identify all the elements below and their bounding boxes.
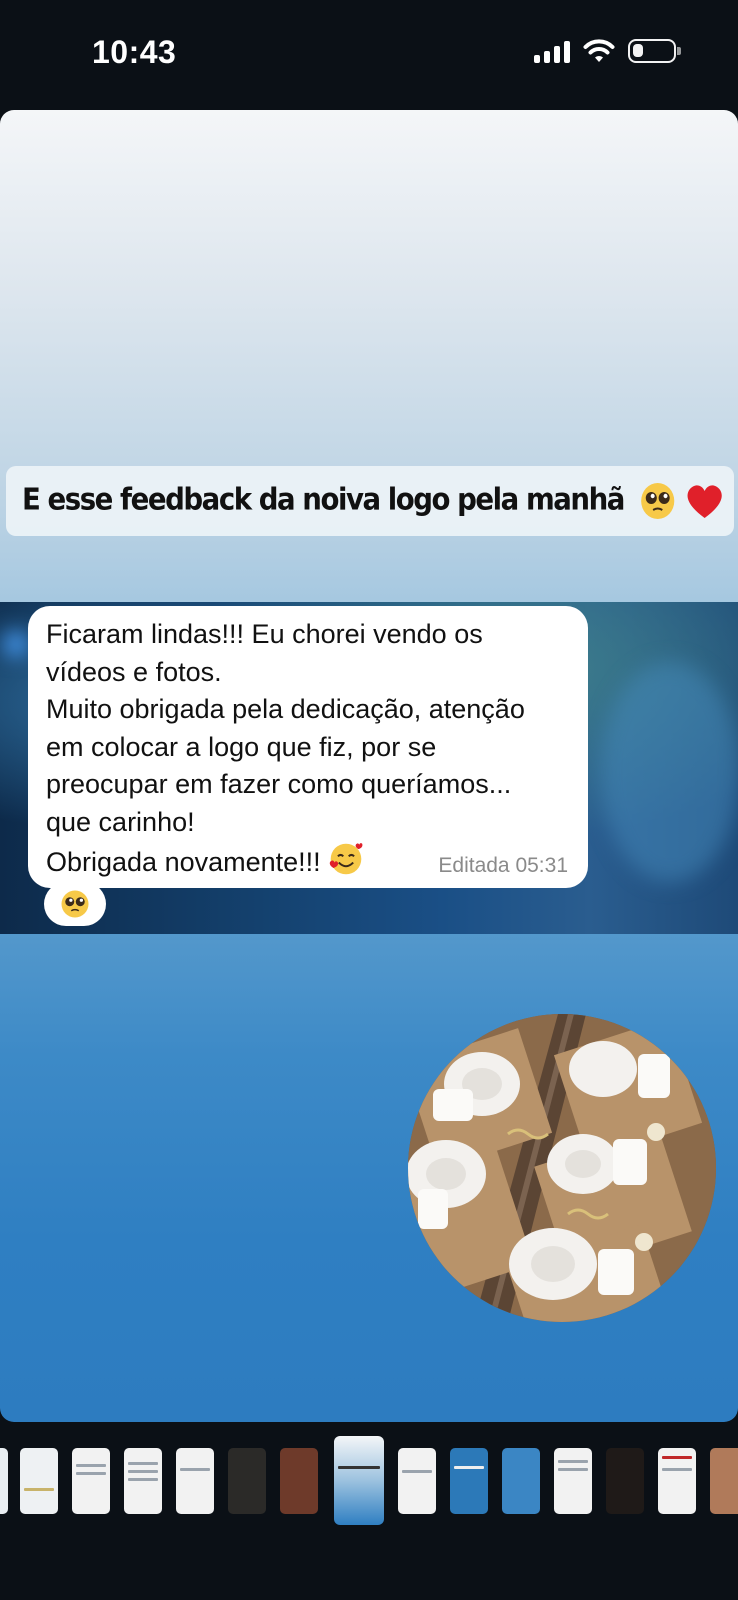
red-heart-icon xyxy=(687,485,722,518)
message-bubble: Ficaram lindas!!! Eu chorei vendo os víd… xyxy=(28,606,588,888)
pleading-face-icon xyxy=(641,483,675,519)
story-thumbnail[interactable] xyxy=(606,1448,644,1514)
story-thumbnail-active[interactable] xyxy=(334,1436,384,1525)
cellular-signal-icon xyxy=(534,39,570,63)
message-body: Ficaram lindas!!! Eu chorei vendo os víd… xyxy=(46,619,525,877)
message-edited-time: Editada 05:31 xyxy=(438,854,568,877)
chat-screenshot: Ficaram lindas!!! Eu chorei vendo os víd… xyxy=(0,602,738,934)
story-thumbnail[interactable] xyxy=(710,1448,738,1514)
wifi-icon xyxy=(583,39,615,62)
story-thumbnail[interactable] xyxy=(228,1448,266,1514)
battery-icon xyxy=(628,39,681,63)
story-thumbnail-strip xyxy=(0,1436,738,1525)
story-thumbnail[interactable] xyxy=(398,1448,436,1514)
story-card[interactable]: E esse feedback da noiva logo pela manhã… xyxy=(0,110,738,1422)
caption-label: E esse feedback da noiva logo pela manhã xyxy=(22,482,625,518)
story-thumbnail[interactable] xyxy=(554,1448,592,1514)
smiling-face-with-hearts-icon xyxy=(329,843,363,875)
story-thumbnail[interactable] xyxy=(176,1448,214,1514)
story-thumbnail[interactable] xyxy=(502,1448,540,1514)
story-thumbnail[interactable] xyxy=(72,1448,110,1514)
story-thumbnail[interactable] xyxy=(450,1448,488,1514)
clock: 10:43 xyxy=(92,34,177,70)
story-caption: E esse feedback da noiva logo pela manhã xyxy=(6,466,734,536)
message-reaction[interactable] xyxy=(44,882,106,926)
message-text: Ficaram lindas!!! Eu chorei vendo os víd… xyxy=(46,616,570,882)
story-thumbnail[interactable] xyxy=(124,1448,162,1514)
pleading-face-icon xyxy=(61,890,89,918)
story-thumbnail[interactable] xyxy=(280,1448,318,1514)
battery-level xyxy=(633,44,643,57)
story-thumbnail[interactable] xyxy=(20,1448,58,1514)
product-photo xyxy=(408,1014,716,1322)
status-bar: 10:43 xyxy=(0,0,738,108)
status-icons xyxy=(534,38,681,64)
story-thumbnail[interactable] xyxy=(0,1448,8,1514)
cups-and-saucers-image xyxy=(408,1014,716,1322)
story-thumbnail[interactable] xyxy=(658,1448,696,1514)
caption-text: E esse feedback da noiva logo pela manhã xyxy=(22,481,725,521)
